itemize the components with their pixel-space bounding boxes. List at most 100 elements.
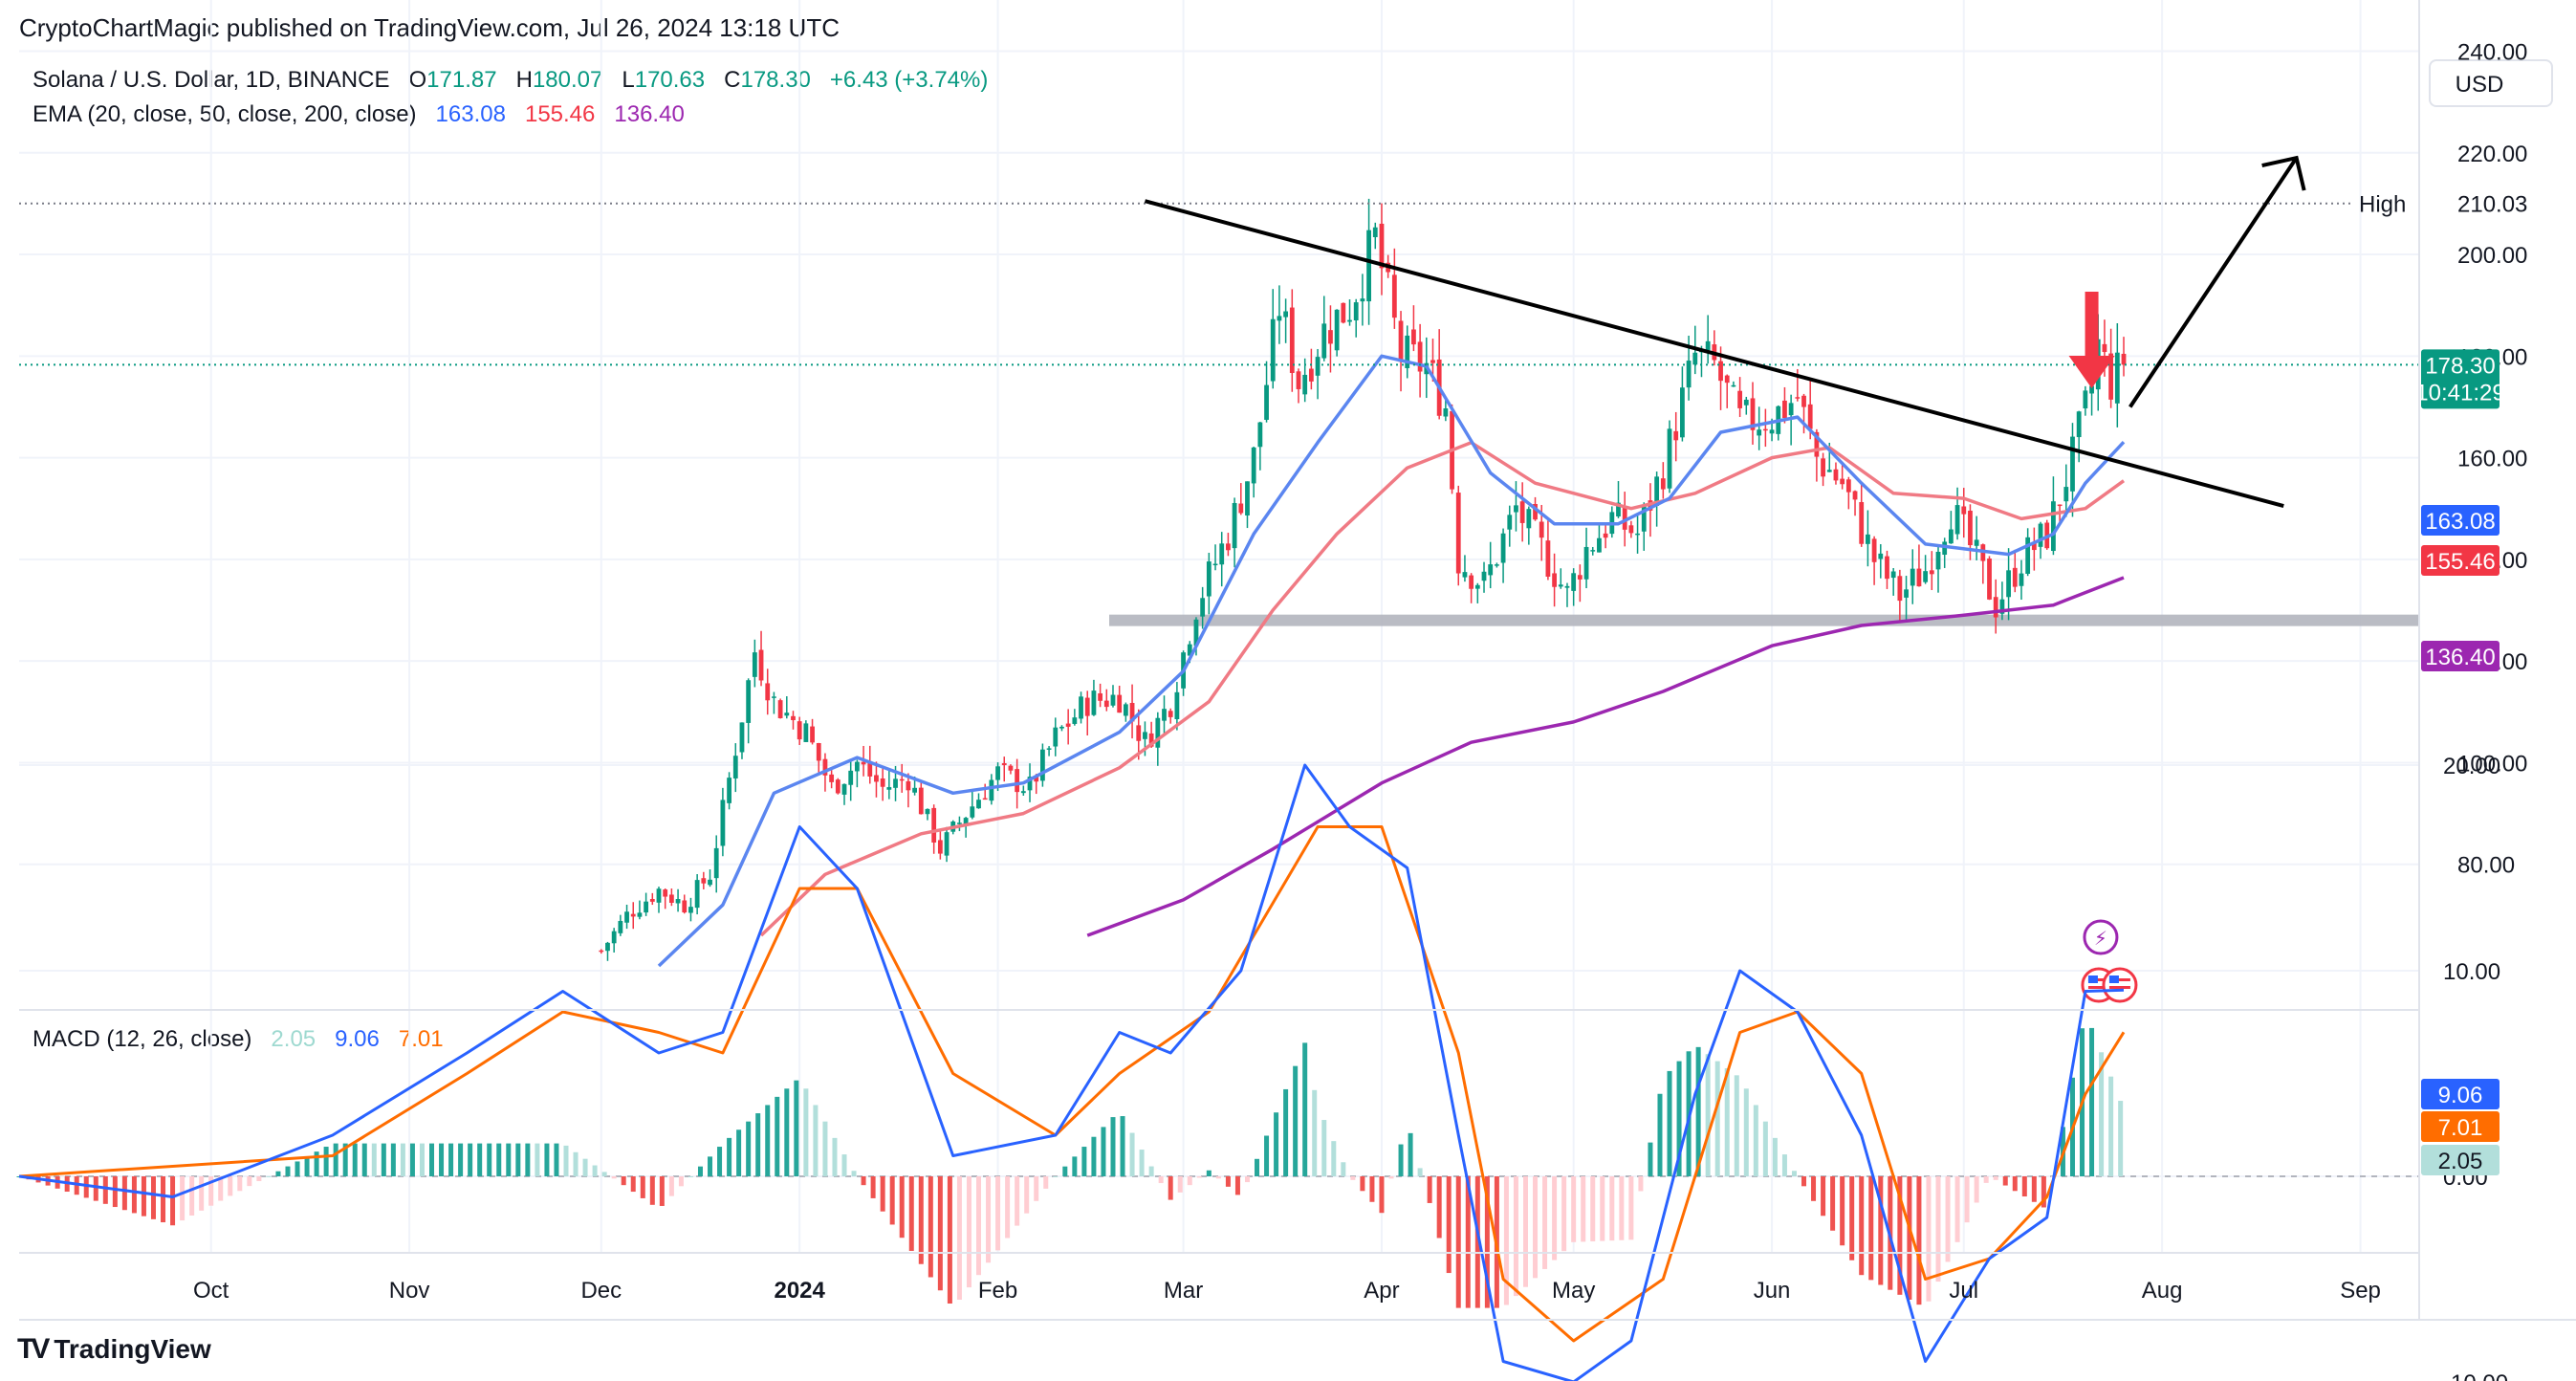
- flag-canton: [2087, 975, 2098, 983]
- candle-body: [1123, 704, 1128, 716]
- candle-body: [2051, 501, 2056, 552]
- macd-hist-bar: [668, 1176, 674, 1196]
- macd-hist-bar: [199, 1176, 205, 1211]
- candle-body: [899, 778, 905, 781]
- macd-hist-bar: [822, 1121, 828, 1176]
- candle-body: [1590, 550, 1596, 552]
- macd-hist-bar: [1581, 1176, 1586, 1242]
- candle-body: [886, 787, 892, 790]
- macd-hist-bar: [1542, 1176, 1548, 1269]
- macd-hist-bar: [1993, 1176, 1998, 1180]
- candle-body: [1731, 384, 1736, 387]
- candle-body: [1277, 316, 1282, 321]
- candle-body: [1923, 571, 1929, 582]
- candle-body: [688, 907, 693, 913]
- x-tick-label: Dec: [580, 1278, 622, 1304]
- candle-body: [1366, 230, 1371, 302]
- candle-body: [1136, 725, 1142, 741]
- macd-hist-bar: [1811, 1176, 1817, 1201]
- macd-hist-bar: [535, 1143, 540, 1176]
- candle-body: [1155, 717, 1161, 748]
- candle-body: [1571, 573, 1577, 591]
- ema50-tag-text: 155.46: [2425, 549, 2495, 575]
- macd-hist-bar: [1714, 1061, 1720, 1176]
- candle-body: [1219, 543, 1225, 565]
- macd-hist-bar: [880, 1176, 885, 1212]
- candle-body: [1833, 469, 1839, 481]
- candle-body: [1117, 694, 1123, 713]
- y-tick-label: 220.00: [2457, 142, 2527, 167]
- candle-body: [1539, 521, 1544, 538]
- macd-hist-bar: [746, 1121, 752, 1176]
- candle-body: [1206, 561, 1212, 597]
- candle-body: [931, 807, 937, 843]
- candle-body: [784, 712, 790, 716]
- y-tick-label: 200.00: [2457, 243, 2527, 269]
- macd-pane: [16, 763, 2419, 1381]
- macd-hist-bar: [1552, 1176, 1558, 1260]
- macd-hist-bar: [1043, 1176, 1049, 1189]
- macd-hist-bar: [1293, 1065, 1299, 1176]
- candle-body: [1840, 478, 1845, 485]
- macd-hist-bar: [1264, 1135, 1270, 1176]
- candle-body: [797, 721, 802, 740]
- candle-body: [1084, 697, 1090, 716]
- macd-hist-bar: [381, 1143, 386, 1176]
- candle-body: [1079, 696, 1083, 719]
- macd-hist-bar: [1081, 1147, 1087, 1176]
- macd-hist-bar: [2108, 1076, 2114, 1176]
- macd-hist-bar: [582, 1158, 588, 1176]
- macd-hist-bar: [1503, 1176, 1509, 1305]
- macd-hist-bar: [525, 1143, 531, 1176]
- candle-body: [1341, 302, 1346, 323]
- high-value: 210.03: [2457, 192, 2527, 218]
- macd-hist-bar: [1455, 1176, 1461, 1308]
- candle-body: [1417, 341, 1423, 372]
- macd-hist-bar: [563, 1145, 569, 1176]
- candle-body: [1372, 227, 1378, 237]
- candle-body: [848, 770, 854, 785]
- red-down-arrow-icon: [2068, 356, 2115, 388]
- candle-body: [1008, 765, 1014, 771]
- candle-body: [1270, 318, 1276, 382]
- macd-hist-bar: [2031, 1176, 2037, 1202]
- candle-body: [1500, 533, 1506, 563]
- candle-body: [1954, 505, 1960, 535]
- macd-hist-bar: [2012, 1176, 2018, 1192]
- macd-hist-bar: [1398, 1144, 1404, 1176]
- macd-hist-bar: [285, 1166, 291, 1176]
- candle-body: [1603, 533, 1608, 538]
- candle-body: [841, 783, 847, 795]
- candle-body: [1059, 726, 1064, 729]
- candle-body: [1916, 568, 1922, 587]
- macd-hist-bar: [295, 1161, 300, 1176]
- macd-hist-bar: [592, 1165, 598, 1176]
- candle-body: [1443, 408, 1449, 417]
- macd-tick-label: 20.00: [2443, 754, 2500, 779]
- trend-arrow-icon: [2261, 155, 2306, 191]
- candle-body: [854, 761, 860, 772]
- macd-hist-bar: [794, 1080, 799, 1176]
- high-label: High: [2359, 192, 2406, 218]
- macd-hist-bar: [966, 1176, 971, 1288]
- candle-body: [982, 798, 988, 800]
- macd-hist-bar: [784, 1088, 790, 1176]
- macd-hist-bar: [352, 1143, 358, 1176]
- macd-hist-bar: [131, 1176, 137, 1214]
- candle-body: [1871, 538, 1877, 562]
- candle-body: [701, 878, 707, 884]
- candle-body: [1757, 429, 1762, 436]
- candle-body: [605, 942, 610, 952]
- candle-body: [1680, 387, 1685, 438]
- macd-hist-bar: [161, 1176, 166, 1223]
- y-tick-label: 160.00: [2457, 447, 2527, 472]
- macd-hist-bar: [409, 1143, 415, 1176]
- macd-hist-tag-text: 2.05: [2438, 1149, 2483, 1174]
- macd-hist-bar: [1148, 1166, 1154, 1176]
- candle-body: [937, 840, 943, 854]
- macd-hist-bar: [640, 1176, 645, 1198]
- candle-body: [727, 778, 731, 803]
- brand-name: TradingView: [54, 1334, 211, 1364]
- candle-body: [1226, 543, 1231, 551]
- macd-hist-bar: [1015, 1176, 1020, 1226]
